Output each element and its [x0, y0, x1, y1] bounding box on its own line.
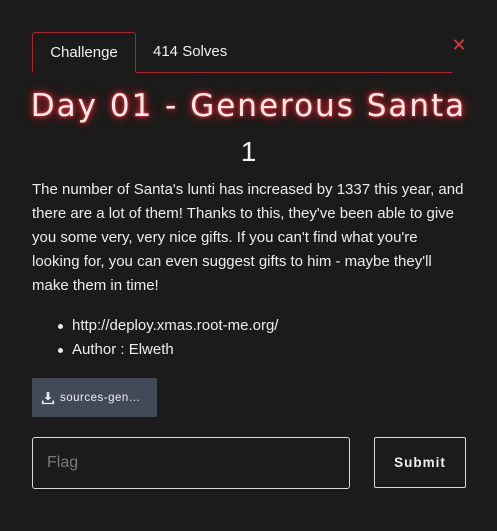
close-icon[interactable]: ✕: [451, 37, 467, 55]
list-item-url: http://deploy.xmas.root-me.org/: [56, 314, 278, 338]
challenge-info-list: http://deploy.xmas.root-me.org/ Author :…: [56, 314, 278, 362]
challenge-description: The number of Santa's lunti has increase…: [32, 181, 464, 294]
download-icon: [41, 391, 55, 404]
download-file-button[interactable]: sources-gen…: [32, 378, 157, 417]
flag-input[interactable]: [32, 437, 350, 489]
challenge-title: Day 01 - Generous Santa: [30, 88, 467, 124]
submit-button[interactable]: Submit: [374, 437, 466, 488]
tab-bar: Challenge 414 Solves: [32, 32, 452, 73]
challenge-points: 1: [240, 136, 257, 167]
challenge-modal: Challenge 414 Solves ✕ Day 01 - Generous…: [0, 0, 497, 531]
file-name-label: sources-gen…: [60, 391, 141, 404]
tab-solves[interactable]: 414 Solves: [137, 32, 243, 72]
list-item-author: Author : Elweth: [56, 338, 278, 362]
tab-challenge[interactable]: Challenge: [32, 32, 136, 73]
